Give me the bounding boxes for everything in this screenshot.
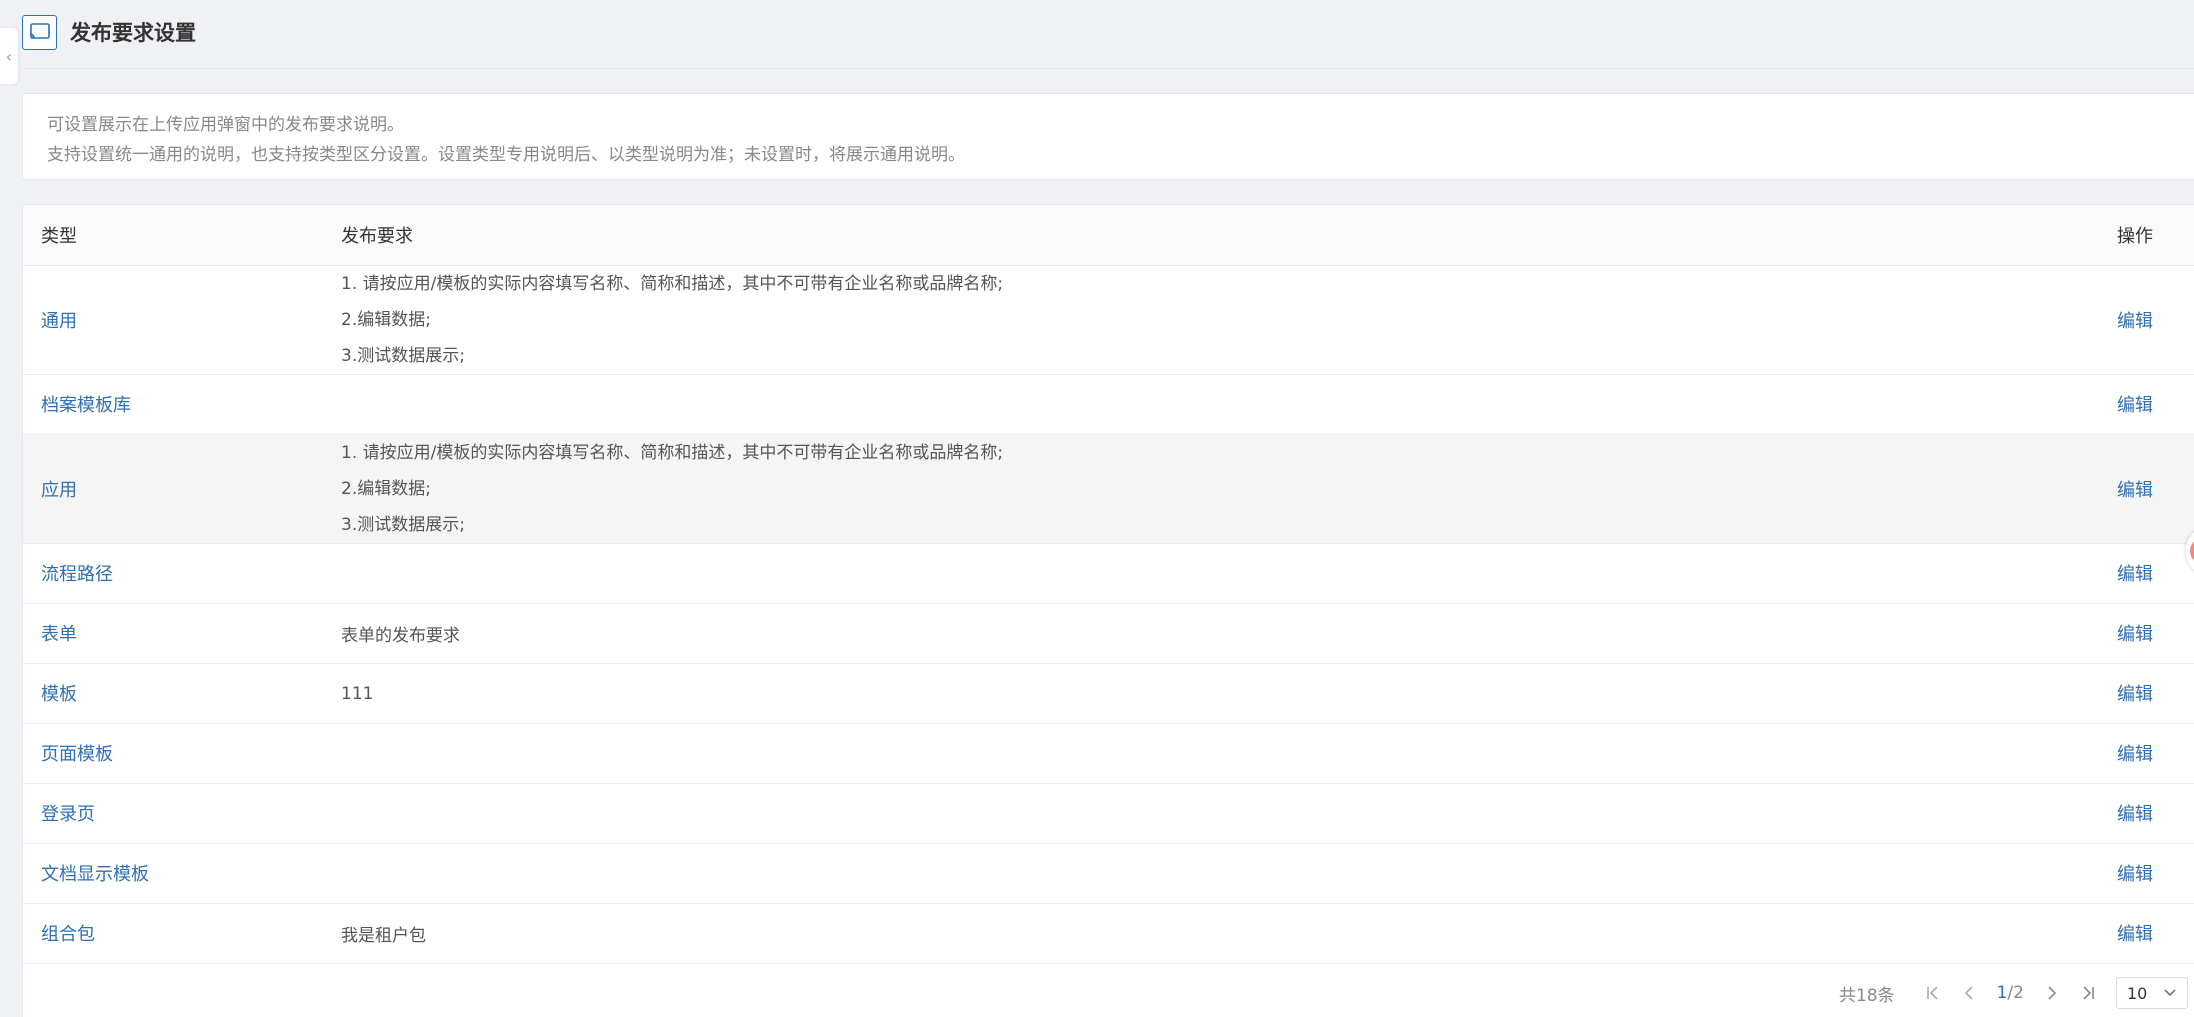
cell-type: 表单 xyxy=(23,603,323,664)
chevron-down-icon xyxy=(2164,989,2176,997)
cell-action: 编辑 xyxy=(2099,543,2194,604)
cell-requirement xyxy=(323,374,2099,435)
notice-line-1: 可设置展示在上传应用弹窗中的发布要求说明。 xyxy=(47,115,404,135)
cell-type: 流程路径 xyxy=(23,543,323,604)
type-link[interactable]: 应用 xyxy=(41,480,77,501)
requirement-line: 2.编辑数据; xyxy=(341,309,431,330)
table-row: 档案模板库 编辑 xyxy=(23,374,2194,435)
cell-type: 文档显示模板 xyxy=(23,843,323,904)
cell-type: 应用 xyxy=(23,434,323,544)
cell-requirement: 111 xyxy=(323,663,2099,724)
edit-button[interactable]: 编辑 xyxy=(2117,480,2153,501)
table-row: 流程路径 编辑 xyxy=(23,543,2194,604)
cell-action: 编辑 xyxy=(2099,663,2194,724)
requirement-line: 2.编辑数据; xyxy=(341,478,431,499)
current-page: 1 xyxy=(1996,983,2008,1003)
type-link[interactable]: 档案模板库 xyxy=(41,395,131,416)
edit-button[interactable]: 编辑 xyxy=(2117,804,2153,825)
cell-action: 编辑 xyxy=(2099,265,2194,375)
cell-type: 组合包 xyxy=(23,903,323,964)
edit-button[interactable]: 编辑 xyxy=(2117,684,2153,705)
edit-button[interactable]: 编辑 xyxy=(2117,564,2153,585)
page-size-value: 10 xyxy=(2127,983,2148,1003)
table-row: 表单 表单的发布要求 编辑 xyxy=(23,603,2194,664)
requirement-text: 111 xyxy=(341,683,374,704)
first-page-icon xyxy=(1926,986,1938,1000)
type-link[interactable]: 通用 xyxy=(41,311,77,332)
page-size-select[interactable]: 10 xyxy=(2116,977,2188,1009)
cell-action: 编辑 xyxy=(2099,434,2194,544)
cell-action: 编辑 xyxy=(2099,374,2194,435)
type-link[interactable]: 表单 xyxy=(41,624,77,645)
edit-button[interactable]: 编辑 xyxy=(2117,864,2153,885)
requirement-line: 1. 请按应用/模板的实际内容填写名称、简称和描述，其中不可带有企业名称或品牌名… xyxy=(341,442,1004,463)
cell-requirement: 1. 请按应用/模板的实际内容填写名称、简称和描述，其中不可带有企业名称或品牌名… xyxy=(323,265,2099,375)
table-row: 应用 1. 请按应用/模板的实际内容填写名称、简称和描述，其中不可带有企业名称或品… xyxy=(23,434,2194,544)
page-indicator: 1/2 xyxy=(1997,983,2024,1003)
chevron-right-icon xyxy=(2048,986,2057,1000)
sidebar-collapse-toggle[interactable]: ‹ xyxy=(0,28,18,84)
notice-line-2: 支持设置统一通用的说明，也支持按类型区分设置。设置类型专用说明后、以类型说明为准… xyxy=(47,145,965,165)
page-title: 发布要求设置 xyxy=(70,21,196,45)
requirement-line: 3.测试数据展示; xyxy=(341,345,465,366)
edit-button[interactable]: 编辑 xyxy=(2117,395,2153,416)
cell-requirement xyxy=(323,843,2099,904)
table-row: 登录页 编辑 xyxy=(23,783,2194,844)
cell-action: 编辑 xyxy=(2099,843,2194,904)
cell-requirement xyxy=(323,723,2099,784)
header-divider xyxy=(22,68,2194,69)
cell-action: 编辑 xyxy=(2099,783,2194,844)
pagination-total: 共18条 xyxy=(1838,985,1895,1006)
cell-requirement xyxy=(323,783,2099,844)
type-link[interactable]: 文档显示模板 xyxy=(41,864,149,885)
requirement-text: 表单的发布要求 xyxy=(341,625,460,646)
requirement-text: 我是租户包 xyxy=(341,925,426,946)
cell-requirement: 表单的发布要求 xyxy=(323,603,2099,664)
last-page-button[interactable] xyxy=(2070,977,2106,1009)
edit-button[interactable]: 编辑 xyxy=(2117,311,2153,332)
cell-type: 模板 xyxy=(23,663,323,724)
table-header-row: 类型 发布要求 操作 xyxy=(23,205,2194,266)
table-row: 组合包 我是租户包 编辑 xyxy=(23,903,2194,964)
type-link[interactable]: 组合包 xyxy=(41,924,95,945)
chevron-left-icon: ‹ xyxy=(5,46,13,66)
cell-type: 通用 xyxy=(23,265,323,375)
column-header-type: 类型 xyxy=(23,205,323,266)
first-page-button[interactable] xyxy=(1915,977,1951,1009)
cell-requirement xyxy=(323,543,2099,604)
edit-button[interactable]: 编辑 xyxy=(2117,924,2153,945)
prev-page-button[interactable] xyxy=(1951,977,1987,1009)
last-page-icon xyxy=(2083,986,2094,1000)
cell-requirement: 1. 请按应用/模板的实际内容填写名称、简称和描述，其中不可带有企业名称或品牌名… xyxy=(323,434,2099,544)
type-link[interactable]: 模板 xyxy=(41,684,77,705)
table-row: 通用 1. 请按应用/模板的实际内容填写名称、简称和描述，其中不可带有企业名称或品… xyxy=(23,265,2194,375)
total-pages: 2 xyxy=(2013,983,2024,1003)
requirement-line: 3.测试数据展示; xyxy=(341,514,465,535)
edit-button[interactable]: 编辑 xyxy=(2117,744,2153,765)
type-link[interactable]: 流程路径 xyxy=(41,564,113,585)
cell-action: 编辑 xyxy=(2099,903,2194,964)
table-row: 模板 111 编辑 xyxy=(23,663,2194,724)
type-link[interactable]: 登录页 xyxy=(41,804,95,825)
table-row: 页面模板 编辑 xyxy=(23,723,2194,784)
cell-action: 编辑 xyxy=(2099,603,2194,664)
cell-action: 编辑 xyxy=(2099,723,2194,784)
cell-requirement: 我是租户包 xyxy=(323,903,2099,964)
notice-panel: 可设置展示在上传应用弹窗中的发布要求说明。 支持设置统一通用的说明，也支持按类型… xyxy=(22,93,2194,180)
cell-type: 登录页 xyxy=(23,783,323,844)
edit-button[interactable]: 编辑 xyxy=(2117,624,2153,645)
cell-type: 页面模板 xyxy=(23,723,323,784)
type-link[interactable]: 页面模板 xyxy=(41,744,113,765)
next-page-button[interactable] xyxy=(2034,977,2070,1009)
chevron-left-icon xyxy=(1964,986,1973,1000)
page-header: 发布要求设置 xyxy=(22,12,196,52)
cast-icon xyxy=(22,14,57,50)
requirement-line: 1. 请按应用/模板的实际内容填写名称、简称和描述，其中不可带有企业名称或品牌名… xyxy=(341,273,1004,294)
table-row: 文档显示模板 编辑 xyxy=(23,843,2194,904)
cell-type: 档案模板库 xyxy=(23,374,323,435)
requirements-table: 类型 发布要求 操作 通用 1. 请按应用/模板的实际内容填写名称、简称和描述，其… xyxy=(22,204,2194,1017)
column-header-action: 操作 xyxy=(2099,205,2194,266)
pagination: 共18条 1/2 10 xyxy=(1839,975,2188,1011)
column-header-requirement: 发布要求 xyxy=(323,205,2099,266)
